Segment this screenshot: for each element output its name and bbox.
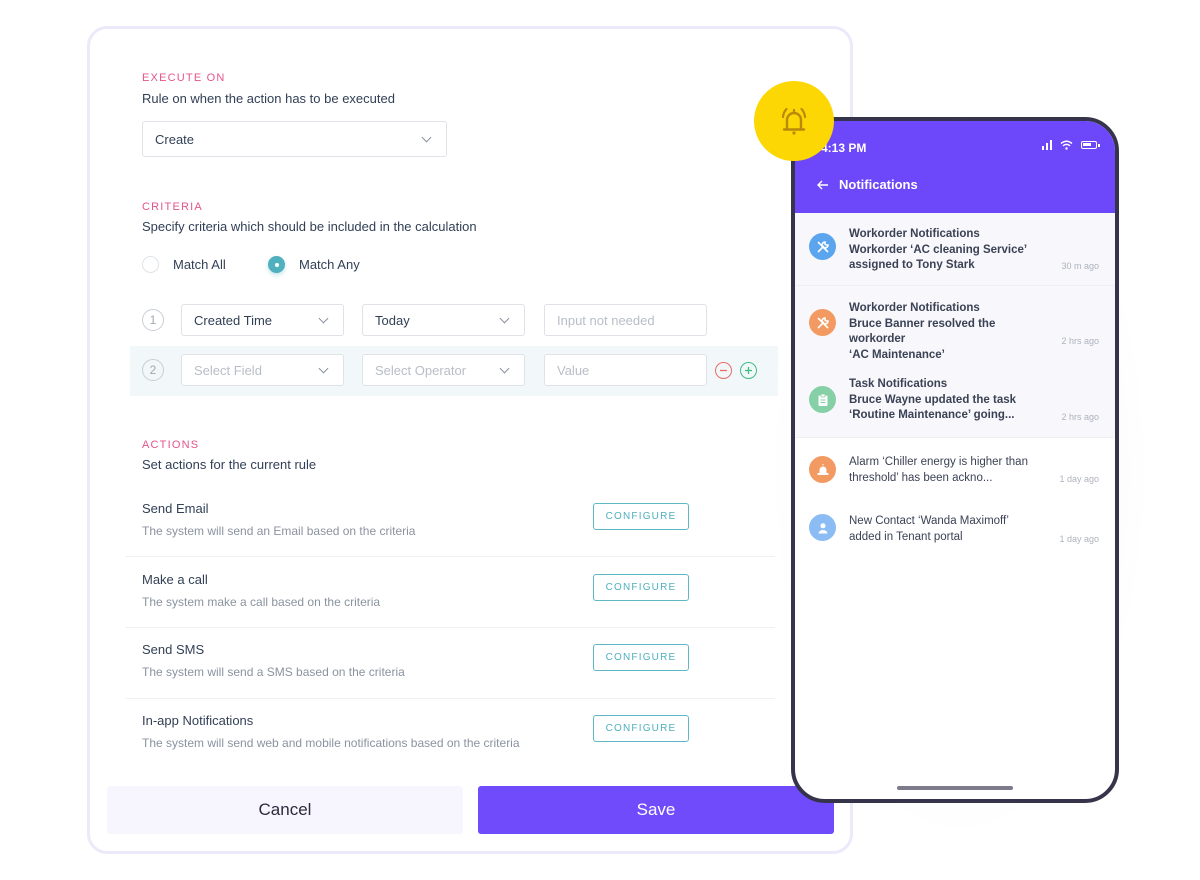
field-select[interactable]: Created Time (181, 304, 344, 336)
rule-editor-card: EXECUTE ON Rule on when the action has t… (87, 26, 853, 854)
criteria-label: CRITERIA (142, 201, 203, 213)
notification-text: New Contact ‘Wanda Maximoff’ added in Ten… (849, 515, 1009, 543)
operator-value: Today (375, 312, 410, 328)
criteria-description: Specify criteria which should be include… (142, 219, 477, 234)
home-indicator (897, 786, 1013, 790)
notification-item[interactable]: Task Notifications Bruce Wayne updated th… (795, 361, 1115, 438)
notification-item[interactable]: Workorder Notifications Workorder ‘AC cle… (795, 213, 1115, 286)
action-title: Make a call (142, 572, 208, 587)
configure-sms-button[interactable]: CONFIGURE (593, 644, 689, 671)
action-description: The system will send a SMS based on the … (142, 665, 405, 679)
notification-item[interactable]: Workorder Notifications Bruce Banner reso… (795, 286, 1115, 361)
phone-header: 4:13 PM Notifications (795, 121, 1115, 213)
wrench-screwdriver-icon (809, 233, 836, 260)
operator-select[interactable]: Today (362, 304, 525, 336)
radio-match-any[interactable]: Match Any (268, 256, 360, 273)
remove-row-button[interactable] (715, 362, 732, 379)
configure-in-app-button[interactable]: CONFIGURE (593, 715, 689, 742)
status-time: 4:13 PM (821, 141, 867, 155)
action-item-make-call: Make a call The system make a call based… (125, 557, 775, 628)
field-value: Created Time (194, 312, 273, 328)
notification-time: 1 day ago (1059, 534, 1099, 544)
radio-match-all[interactable]: Match All (142, 256, 226, 273)
row-number: 1 (142, 309, 164, 331)
add-row-button[interactable] (740, 362, 757, 379)
configure-email-button[interactable]: CONFIGURE (593, 503, 689, 530)
bell-badge (754, 81, 834, 161)
action-description: The system will send an Email based on t… (142, 524, 416, 538)
chevron-down-icon (499, 313, 510, 323)
action-title: Send SMS (142, 642, 205, 657)
operator-select[interactable]: Select Operator (362, 354, 525, 386)
contact-person-icon (809, 514, 836, 541)
minus-icon (720, 369, 727, 372)
status-icons (1042, 140, 1100, 150)
field-select[interactable]: Select Field (181, 354, 344, 386)
notification-time: 30 m ago (1061, 261, 1099, 271)
notification-text: Task Notifications Bruce Wayne updated th… (849, 378, 1017, 421)
notification-time: 2 hrs ago (1061, 336, 1099, 346)
execute-on-value: Create (155, 131, 195, 147)
wifi-icon (1060, 140, 1073, 150)
value-placeholder: Value (557, 362, 590, 378)
action-description: The system make a call based on the crit… (142, 595, 381, 609)
alarm-siren-icon (809, 456, 836, 483)
chevron-down-icon (318, 363, 329, 373)
notification-text: Workorder Notifications Bruce Banner reso… (849, 302, 996, 361)
execute-on-description: Rule on when the action has to be execut… (142, 91, 395, 106)
operator-placeholder: Select Operator (375, 362, 467, 378)
value-input[interactable]: Input not needed (544, 304, 707, 336)
actions-description: Set actions for the current rule (142, 457, 317, 472)
action-item-send-email: Send Email The system will send an Email… (125, 486, 775, 557)
notification-text: Alarm ‘Chiller energy is higher than thre… (849, 456, 1028, 484)
clipboard-icon (809, 386, 836, 413)
actions-label: ACTIONS (142, 439, 200, 451)
radio-unselected-icon (142, 256, 159, 273)
notification-time: 2 hrs ago (1061, 412, 1099, 422)
value-placeholder: Input not needed (557, 312, 655, 328)
notification-text: Workorder Notifications Workorder ‘AC cle… (849, 228, 1028, 271)
bell-ringing-icon (781, 107, 807, 135)
execute-on-select[interactable]: Create (142, 121, 447, 157)
field-placeholder: Select Field (194, 362, 262, 378)
battery-icon (1081, 141, 1100, 149)
action-item-send-sms: Send SMS The system will send a SMS base… (125, 628, 775, 699)
chevron-down-icon (318, 313, 329, 323)
nav-title: Notifications (839, 177, 918, 192)
action-description: The system will send web and mobile noti… (142, 736, 520, 750)
chevron-down-icon (421, 132, 432, 142)
configure-call-button[interactable]: CONFIGURE (593, 574, 689, 601)
row-number: 2 (142, 359, 164, 381)
notification-time: 1 day ago (1059, 474, 1099, 484)
chevron-down-icon (499, 363, 510, 373)
radio-match-all-label: Match All (173, 257, 226, 272)
execute-on-label: EXECUTE ON (142, 72, 226, 84)
back-arrow-icon[interactable] (817, 180, 829, 190)
notifications-nav: Notifications (817, 177, 918, 192)
radio-selected-icon (268, 256, 285, 273)
radio-match-any-label: Match Any (299, 257, 360, 272)
cancel-button[interactable]: Cancel (107, 786, 463, 834)
notification-item[interactable]: New Contact ‘Wanda Maximoff’ added in Ten… (795, 500, 1115, 560)
plus-icon (745, 367, 752, 374)
signal-icon (1042, 140, 1052, 150)
action-title: In-app Notifications (142, 713, 254, 728)
phone-mockup: 4:13 PM Notifications Workorder Notifica… (791, 117, 1119, 803)
action-item-in-app-notifications: In-app Notifications The system will sen… (125, 699, 775, 770)
value-input[interactable]: Value (544, 354, 707, 386)
criteria-row: 1 Created Time Today Input not needed (130, 296, 778, 346)
action-title: Send Email (142, 501, 209, 516)
wrench-screwdriver-icon (809, 309, 836, 336)
notification-item[interactable]: Alarm ‘Chiller energy is higher than thre… (795, 438, 1115, 500)
criteria-row: 2 Select Field Select Operator Value (130, 346, 778, 396)
